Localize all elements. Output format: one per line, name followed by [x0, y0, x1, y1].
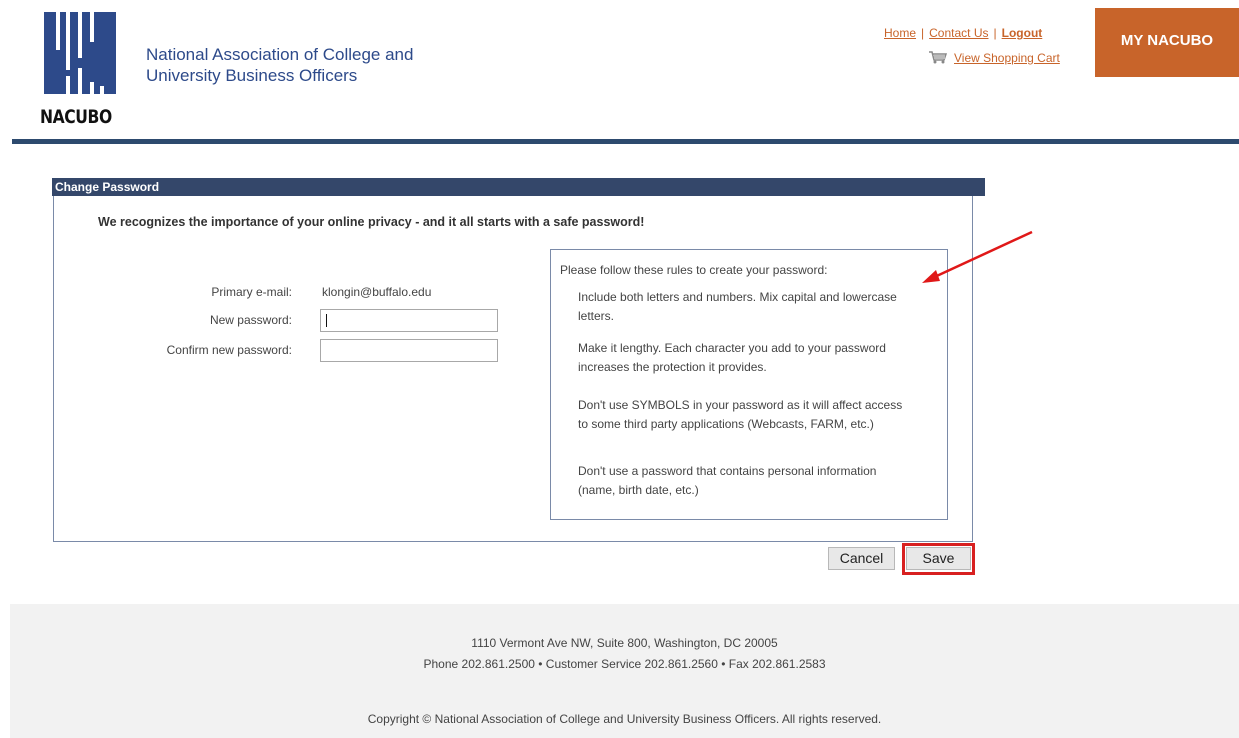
view-shopping-cart-link[interactable]: View Shopping Cart	[954, 51, 1060, 65]
password-rules-box: Please follow these rules to create your…	[550, 249, 948, 520]
footer-address: 1110 Vermont Ave NW, Suite 800, Washingt…	[471, 636, 778, 650]
home-link[interactable]: Home	[884, 26, 916, 40]
organization-name: National Association of College and Univ…	[146, 44, 413, 86]
logo-mark-icon	[44, 12, 116, 94]
my-nacubo-button[interactable]: MY NACUBO	[1095, 8, 1239, 77]
footer-copyright: Copyright © National Association of Coll…	[367, 712, 882, 726]
shopping-cart-link-row: View Shopping Cart	[928, 50, 1060, 65]
confirm-password-input[interactable]	[320, 339, 498, 362]
save-highlight-box	[902, 543, 975, 575]
cancel-button[interactable]: Cancel	[828, 547, 895, 570]
footer: 1110 Vermont Ave NW, Suite 800, Washingt…	[10, 604, 1239, 738]
nacubo-logo[interactable]: NACUBO	[40, 12, 120, 130]
footer-phones: Phone 202.861.2500 • Customer Service 20…	[423, 657, 826, 671]
text-cursor	[326, 314, 327, 327]
email-label: Primary e-mail:	[211, 285, 292, 299]
rule-item: Don't use a password that contains perso…	[578, 464, 877, 497]
top-links: Home | Contact Us | Logout	[884, 26, 1042, 40]
panel-title: Change Password	[52, 178, 985, 196]
header-divider	[12, 139, 1239, 144]
org-name-line-1: National Association of College and	[146, 45, 414, 64]
confirm-password-label: Confirm new password:	[166, 343, 292, 357]
rule-item: Don't use SYMBOLS in your password as it…	[578, 398, 903, 431]
org-name-line-2: University Business Officers	[146, 66, 358, 85]
contact-us-link[interactable]: Contact Us	[929, 26, 988, 40]
red-arrow-icon	[922, 230, 1033, 283]
rules-title: Please follow these rules to create your…	[560, 263, 828, 277]
shopping-cart-icon	[929, 51, 948, 64]
rule-item: Make it lengthy. Each character you add …	[578, 341, 886, 374]
new-password-label: New password:	[209, 313, 292, 327]
logout-link[interactable]: Logout	[1002, 26, 1043, 40]
new-password-input[interactable]	[320, 309, 498, 332]
privacy-intro-text: We recognizes the importance of your onl…	[98, 215, 645, 229]
logo-wordmark: NACUBO	[40, 106, 112, 128]
link-separator: |	[921, 26, 925, 40]
email-value: klongin@buffalo.edu	[322, 285, 432, 299]
rule-item: Include both letters and numbers. Mix ca…	[578, 290, 897, 323]
link-separator: |	[993, 26, 997, 40]
